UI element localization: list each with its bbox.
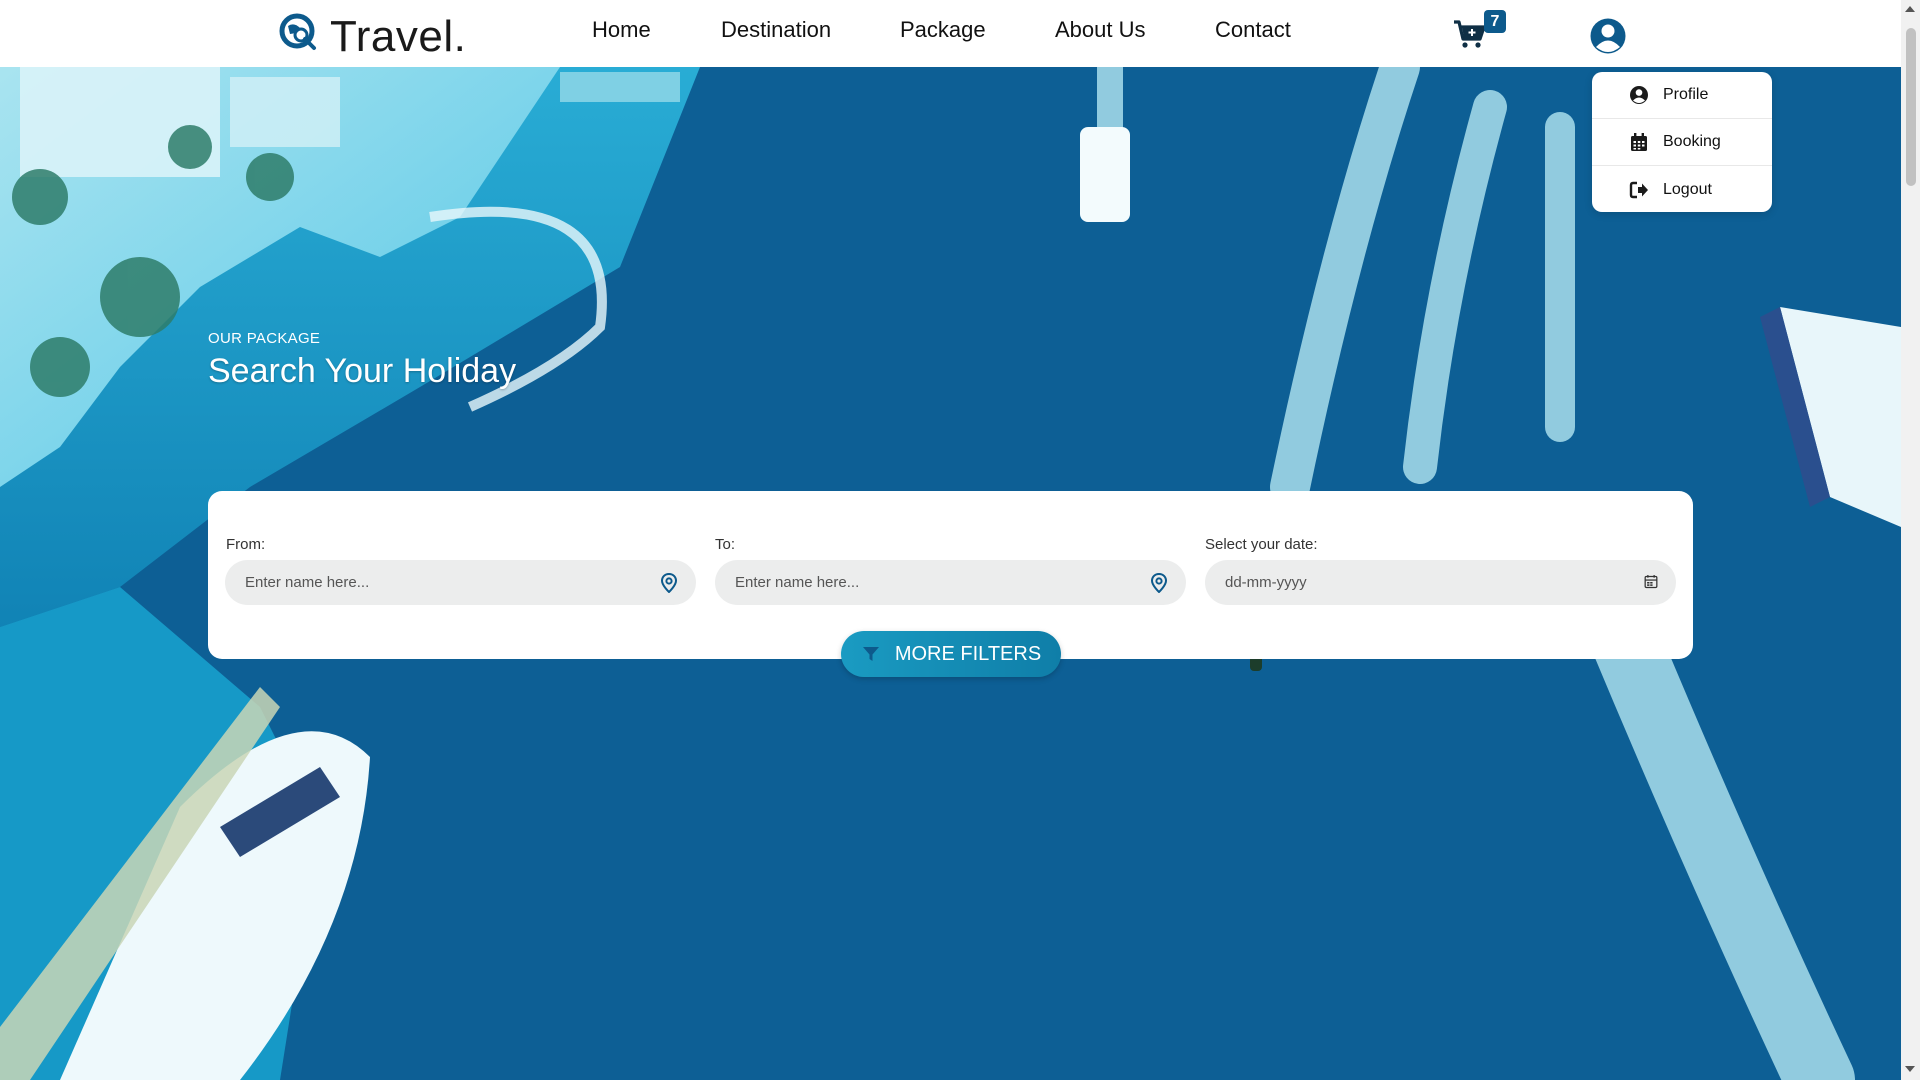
to-input[interactable] — [733, 560, 1133, 605]
location-pin-icon — [660, 573, 678, 593]
filter-icon — [862, 647, 879, 661]
menu-item-label: Profile — [1663, 86, 1709, 103]
site-header: Travel. Home Destination Package About U… — [0, 0, 1901, 67]
from-input[interactable] — [243, 560, 643, 605]
page-scrollbar[interactable] — [1901, 0, 1920, 1080]
more-filters-label: MORE FILTERS — [894, 642, 1042, 665]
calendar-icon — [1631, 133, 1647, 151]
scroll-down-icon[interactable] — [1905, 1066, 1915, 1072]
hero-title: Search Your Holiday — [208, 352, 517, 390]
to-field[interactable] — [715, 560, 1186, 605]
user-circle-icon — [1630, 86, 1648, 104]
nav-about-us[interactable]: About Us — [1055, 17, 1146, 43]
user-dropdown-menu: Profile Booking Logout — [1592, 72, 1772, 212]
location-pin-icon — [1150, 573, 1168, 593]
menu-item-booking[interactable]: Booking — [1592, 119, 1772, 166]
from-field[interactable] — [225, 560, 696, 605]
cart-plus-icon[interactable] — [1453, 19, 1487, 49]
to-label: To: — [715, 536, 736, 553]
cart-count-badge: 7 — [1484, 10, 1506, 33]
nav-home[interactable]: Home — [592, 17, 651, 43]
menu-item-label: Booking — [1663, 133, 1721, 150]
calendar-icon[interactable] — [1644, 574, 1658, 590]
menu-item-label: Logout — [1663, 180, 1712, 198]
nav-contact[interactable]: Contact — [1215, 17, 1291, 43]
nav-package[interactable]: Package — [900, 17, 986, 43]
date-label: Select your date: — [1205, 536, 1318, 553]
more-filters-button[interactable]: MORE FILTERS — [841, 631, 1061, 677]
scrollbar-thumb[interactable] — [1906, 28, 1916, 186]
logout-icon — [1629, 181, 1648, 198]
menu-item-profile[interactable]: Profile — [1592, 72, 1772, 119]
scroll-up-icon[interactable] — [1905, 6, 1915, 12]
nav-destination[interactable]: Destination — [721, 17, 831, 43]
hero-eyebrow: OUR PACKAGE — [208, 330, 321, 347]
from-label: From: — [226, 536, 266, 553]
date-input[interactable] — [1223, 560, 1623, 605]
user-circle-icon[interactable] — [1589, 17, 1627, 55]
menu-item-logout[interactable]: Logout — [1592, 166, 1772, 213]
date-field[interactable] — [1205, 560, 1676, 605]
